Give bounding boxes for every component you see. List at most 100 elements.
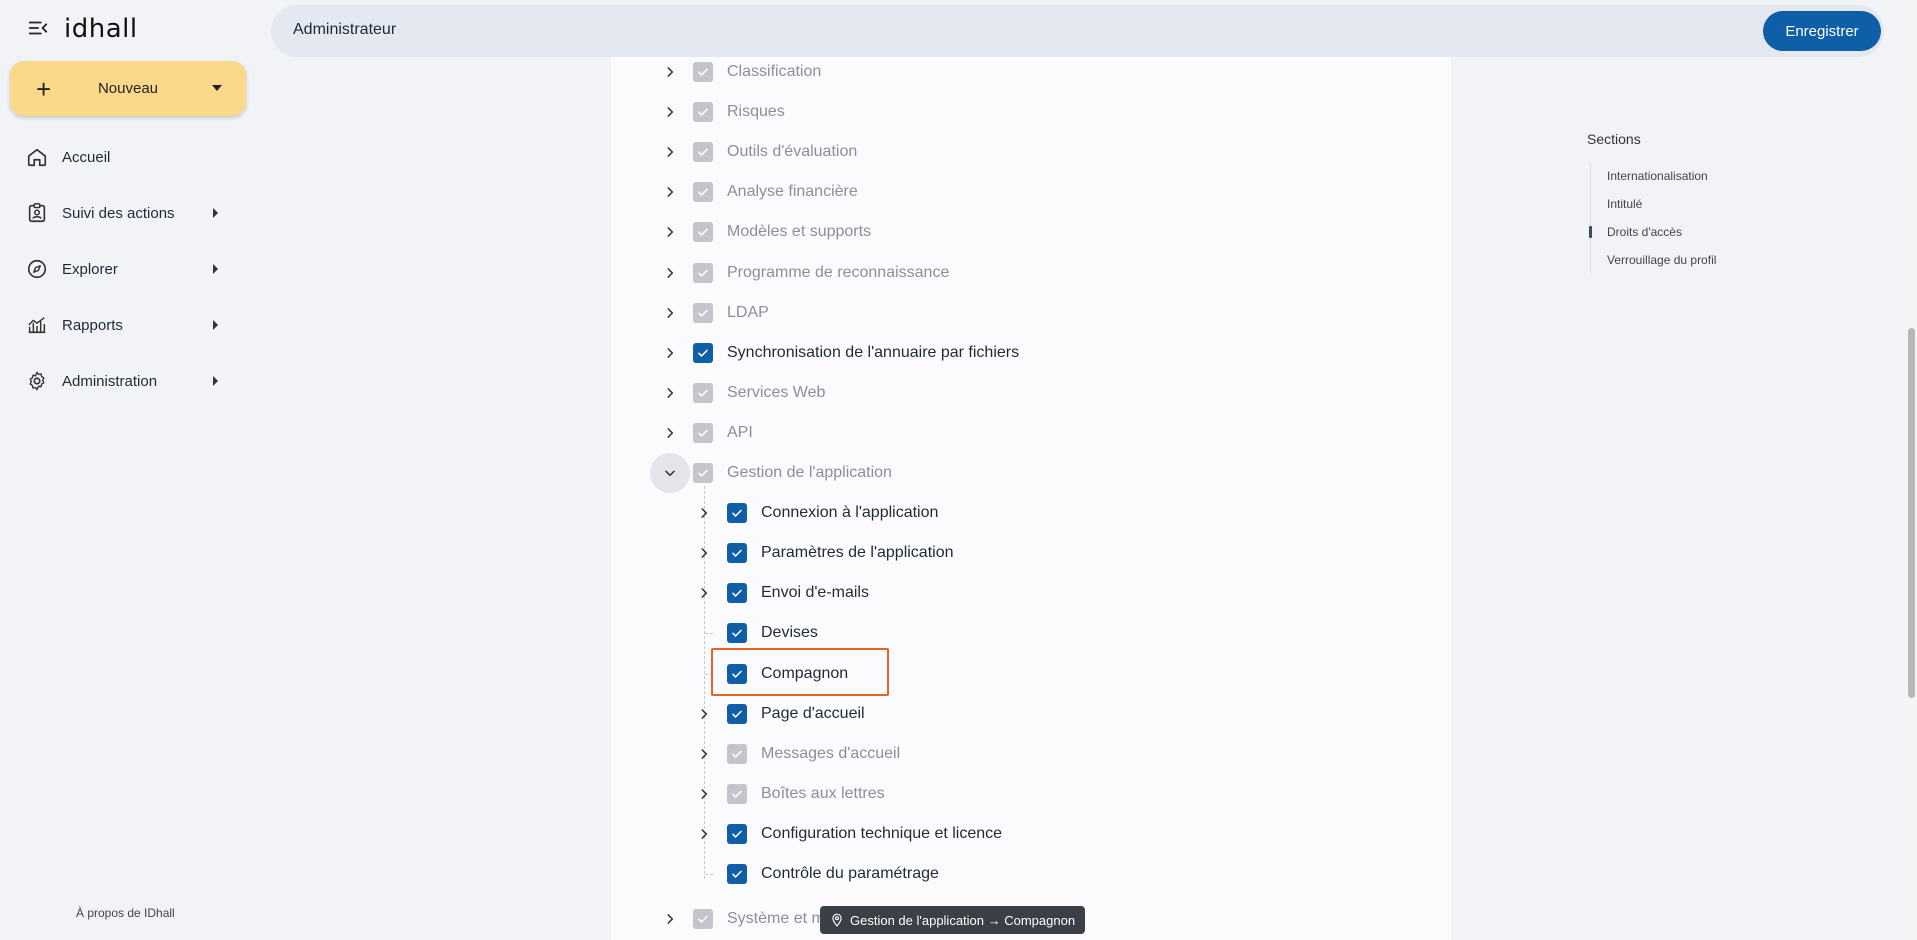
tree-row-label: Système et m	[727, 910, 825, 928]
tree-row-label: Synchronisation de l'annuaire par fichie…	[727, 343, 1020, 361]
scrollbar-thumb[interactable]	[1908, 328, 1915, 698]
chevron-right-icon[interactable]	[660, 383, 680, 403]
checkbox[interactable]	[693, 302, 713, 323]
collapse-menu-icon[interactable]	[26, 17, 50, 41]
tree-row-label: Messages d'accueil	[761, 744, 901, 762]
tree-row: Outils d'évaluation	[0, 137, 857, 167]
tree-row: Synchronisation de l'annuaire par fichie…	[0, 338, 1019, 368]
caret-down-icon	[212, 85, 222, 91]
checkbox[interactable]	[727, 623, 747, 644]
tree-child-row: Connexion à l'application	[0, 498, 938, 528]
chevron-right-icon[interactable]	[660, 343, 680, 363]
section-link-intitule[interactable]: Intitulé	[1591, 190, 1716, 218]
chevron-right-icon[interactable]	[660, 182, 680, 202]
chevron-right-icon[interactable]	[660, 222, 680, 242]
chevron-right-icon[interactable]	[660, 909, 680, 929]
checkbox[interactable]	[727, 663, 747, 684]
scrollbar[interactable]	[1905, 0, 1917, 940]
tree-row: Analyse financière	[0, 177, 858, 207]
sidebar-item-label: Administration	[62, 372, 158, 390]
sidebar-item-rapports[interactable]: Rapports	[26, 308, 226, 342]
checkbox[interactable]	[727, 864, 747, 884]
chevron-right-icon[interactable]	[694, 543, 714, 563]
tree-row-label: Contrôle du paramétrage	[761, 865, 939, 882]
checkbox[interactable]	[693, 262, 713, 283]
tree-guide-tick	[705, 633, 713, 635]
sidebar-item-label: Accueil	[62, 148, 111, 166]
tree-row: Classification	[0, 57, 821, 87]
sidebar-item-accueil[interactable]: Accueil	[26, 140, 226, 174]
header-bar: Administrateur Enregistrer	[271, 5, 1884, 57]
checkbox[interactable]	[693, 909, 713, 930]
tree-child-row: Contrôle du paramétrage	[0, 859, 939, 889]
chevron-right-icon[interactable]	[694, 704, 714, 724]
tree-row-label: Configuration technique et licence	[761, 824, 1003, 842]
sections-nav: Internationalisation Intitulé Droits d'a…	[1588, 162, 1716, 274]
sidebar-item-label: Explorer	[62, 260, 118, 278]
checkbox[interactable]	[693, 142, 713, 163]
chevron-right-icon[interactable]	[660, 263, 680, 283]
tree-child-row: Paramètres de l'application	[0, 538, 954, 568]
save-button[interactable]: Enregistrer	[1763, 11, 1881, 51]
tree-child-row: Configuration technique et licence	[0, 819, 1002, 849]
logo[interactable]: idhall	[64, 14, 138, 44]
checkbox[interactable]	[693, 62, 713, 82]
sidebar-item-administration[interactable]: Administration	[26, 364, 226, 398]
new-button[interactable]: + Nouveau	[10, 61, 246, 116]
chevron-down-icon[interactable]	[650, 453, 690, 493]
chevron-right-icon[interactable]	[660, 142, 680, 162]
chevron-right-icon[interactable]	[694, 744, 714, 764]
chart-icon	[28, 317, 46, 334]
sidebar-item-label: Suivi des actions	[62, 204, 175, 222]
checkbox[interactable]	[693, 382, 713, 403]
tree-row: Modèles et supports	[0, 217, 871, 247]
tree-row-label: Boîtes aux lettres	[761, 784, 885, 802]
chevron-right-icon[interactable]	[660, 423, 680, 443]
sidebar-item-explorer[interactable]: Explorer	[26, 252, 226, 286]
clipboard-user-icon	[28, 203, 46, 223]
section-link-internationalisation[interactable]: Internationalisation	[1591, 162, 1716, 190]
checkbox[interactable]	[727, 783, 747, 804]
checkbox[interactable]	[693, 422, 713, 443]
chevron-right-icon[interactable]	[694, 824, 714, 844]
caret-right-icon	[213, 208, 218, 218]
chevron-right-icon[interactable]	[660, 102, 680, 122]
chevron-right-icon[interactable]	[694, 583, 714, 603]
about-link[interactable]: À propos de IDhall	[76, 906, 175, 920]
checkbox[interactable]	[727, 503, 747, 524]
sidebar-item-label: Rapports	[62, 316, 123, 334]
tree-row-label: Analyse financière	[727, 183, 858, 201]
tree-row-label: Devises	[761, 624, 818, 642]
chevron-right-icon[interactable]	[660, 303, 680, 323]
chevron-right-icon[interactable]	[660, 62, 680, 82]
tooltip: Gestion de l'application → Compagnon	[820, 906, 1086, 934]
checkbox[interactable]	[693, 463, 713, 483]
tree-row-label: Connexion à l'application	[761, 504, 939, 522]
tree-row-label: Compagnon	[761, 664, 849, 682]
section-link-droits-acces[interactable]: Droits d'accès	[1588, 218, 1716, 246]
checkbox[interactable]	[693, 102, 713, 123]
checkbox[interactable]	[727, 823, 747, 844]
section-link-verrouillage[interactable]: Verrouillage du profil	[1591, 246, 1716, 274]
new-button-label: Nouveau	[97, 80, 159, 97]
sidebar-item-suivi-des-actions[interactable]: Suivi des actions	[26, 196, 226, 230]
checkbox[interactable]	[727, 703, 747, 724]
checkbox[interactable]	[727, 583, 747, 604]
tree-row-label: Page d'accueil	[761, 704, 865, 722]
checkbox[interactable]	[693, 182, 713, 203]
sidebar: idhall + Nouveau Accueil Suivi des actio…	[0, 0, 260, 940]
checkbox[interactable]	[727, 743, 747, 764]
tree-row-label: LDAP	[727, 303, 769, 321]
tree-row: Risques	[0, 97, 785, 127]
checkbox[interactable]	[693, 342, 713, 363]
caret-right-icon	[213, 264, 218, 274]
checkbox[interactable]	[693, 222, 713, 243]
tree-guide-tick	[705, 673, 713, 675]
home-icon	[27, 148, 47, 167]
chevron-right-icon[interactable]	[694, 503, 714, 523]
tree-row: API	[0, 418, 753, 448]
checkbox[interactable]	[727, 543, 747, 564]
chevron-right-icon[interactable]	[694, 784, 714, 804]
brand: idhall	[26, 14, 138, 44]
tree-row-label: Paramètres de l'application	[761, 544, 954, 562]
